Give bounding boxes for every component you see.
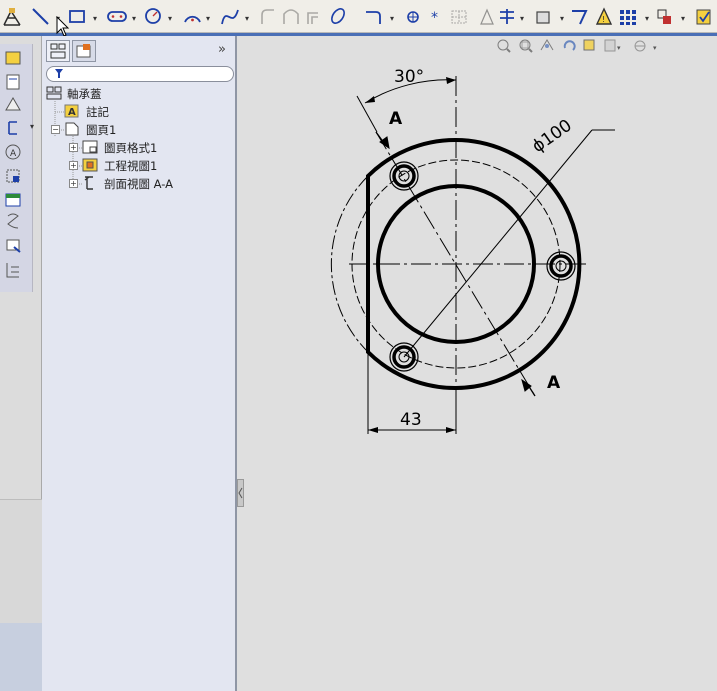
- drawing-document-icon: [46, 86, 62, 100]
- centerpoint-icon[interactable]: *: [431, 10, 438, 26]
- section-arrow-top: [375, 131, 390, 150]
- splitter-arrow-icon: [238, 487, 243, 499]
- tree-item-sheet[interactable]: − 圖頁1: [46, 121, 166, 137]
- grid-icon: [451, 10, 467, 24]
- hatch-icon[interactable]: [6, 169, 20, 183]
- bolt-hole-top: [389, 161, 419, 191]
- circle-dropdown-icon[interactable]: ▾: [168, 14, 172, 23]
- note-icon[interactable]: [5, 51, 21, 65]
- section-view-icon: [84, 176, 93, 190]
- grid-pattern-dropdown-icon[interactable]: ▾: [645, 14, 649, 23]
- chamfer-icon: [283, 9, 299, 24]
- slot-dropdown-icon[interactable]: ▾: [132, 14, 136, 23]
- angle-dimension-text[interactable]: 30°: [394, 67, 424, 87]
- convert-entities-icon[interactable]: [366, 11, 381, 24]
- rectangle-dropdown-icon[interactable]: ▾: [93, 14, 97, 23]
- revision-icon[interactable]: [6, 239, 21, 253]
- check-sketch-icon[interactable]: [696, 9, 711, 25]
- relations-icon[interactable]: !: [595, 7, 613, 25]
- sheet-icon: [65, 122, 79, 136]
- section-label-top[interactable]: A: [389, 109, 402, 129]
- fillet-icon: [261, 9, 274, 24]
- width-arrow-left-icon: [368, 427, 378, 433]
- hole-callout-icon[interactable]: A: [5, 144, 21, 160]
- angle-arrow-right-icon: [446, 77, 456, 84]
- section-arrow-bottom: [521, 378, 536, 397]
- arc-dropdown-icon[interactable]: ▾: [206, 14, 210, 23]
- panel-splitter-handle[interactable]: [237, 479, 244, 507]
- svg-text:A: A: [10, 149, 17, 159]
- tree-item-label: 工程視圖1: [104, 159, 158, 173]
- block-icon[interactable]: [536, 11, 550, 24]
- trim-icon[interactable]: [329, 7, 346, 26]
- command-more-icon[interactable]: ▾: [30, 122, 34, 131]
- mirror-icon: [480, 8, 494, 25]
- arc-icon[interactable]: [184, 15, 201, 23]
- convert-dropdown-icon[interactable]: ▾: [390, 14, 394, 23]
- angle-arrow-left-icon: [365, 96, 375, 103]
- center-mark-icon[interactable]: [7, 213, 19, 229]
- svg-text:A: A: [68, 107, 76, 118]
- drawing-canvas[interactable]: ▾ ▾ 30° ϕ100 43 A A: [237, 36, 717, 691]
- datum-icon[interactable]: [8, 121, 17, 135]
- tree-root-label: 軸承蓋: [67, 87, 102, 101]
- sidebar-bottom-panel: [0, 623, 42, 691]
- pattern-dropdown-icon[interactable]: ▾: [520, 14, 524, 23]
- balloon-icon[interactable]: [6, 74, 20, 90]
- move-entities-icon[interactable]: [572, 10, 588, 25]
- tree-item-drawing-view[interactable]: + 工程視圖1: [64, 157, 224, 173]
- drawing-view-icon: [82, 158, 98, 172]
- circle-icon[interactable]: [145, 8, 161, 24]
- table-icon[interactable]: [5, 193, 21, 207]
- rectangle-icon[interactable]: [69, 10, 85, 23]
- tree-item-label: 剖面視圖 A-A: [104, 177, 174, 191]
- width-dimension-text[interactable]: 43: [400, 410, 422, 430]
- slot-icon[interactable]: [107, 11, 127, 22]
- drawing-view-sketch[interactable]: [237, 36, 717, 691]
- linear-pattern-icon[interactable]: [500, 9, 514, 24]
- line-icon[interactable]: [32, 8, 49, 25]
- sketch-toolbar: ▾ ▾ ▾ ▾ ▾ ▾ * ▾ ▾ ! ▾ ▾: [0, 0, 717, 33]
- section-label-bottom[interactable]: A: [547, 373, 560, 393]
- point-icon[interactable]: [407, 11, 419, 23]
- command-icon-column: A: [0, 44, 33, 292]
- spline-icon[interactable]: [221, 9, 239, 25]
- expand-toggle-icon[interactable]: +: [69, 143, 78, 152]
- tree-item-label: 圖頁1: [86, 123, 117, 137]
- command-sidebar: A ▾: [0, 36, 42, 691]
- sidebar-lower-panel: [0, 499, 42, 624]
- mouse-cursor-icon: [56, 16, 70, 37]
- collapse-toggle-icon[interactable]: −: [51, 125, 60, 134]
- width-arrow-right-icon: [446, 427, 456, 433]
- tree-item-sheet-format[interactable]: + 圖頁格式1: [64, 139, 224, 155]
- bolt-hole-right: [546, 251, 576, 281]
- sheet-format-icon: [82, 140, 98, 154]
- block-insert-icon[interactable]: [6, 263, 19, 278]
- annotation-icon: A: [64, 104, 79, 118]
- tree-item-section-view[interactable]: + 剖面視圖 A-A: [64, 175, 234, 191]
- tree-item-label: 註記: [86, 105, 109, 119]
- sketch-toolbar-icons: ▾ ▾ ▾ ▾ ▾ ▾ * ▾ ▾ ! ▾ ▾: [3, 7, 711, 26]
- smart-dimension-icon[interactable]: [3, 8, 21, 26]
- expand-toggle-icon[interactable]: +: [69, 161, 78, 170]
- surface-finish-icon[interactable]: [5, 97, 21, 111]
- block-dropdown-icon[interactable]: ▾: [560, 14, 564, 23]
- repair-dropdown-icon[interactable]: ▾: [681, 14, 685, 23]
- grid-pattern-icon[interactable]: [620, 10, 636, 25]
- feature-manager-tree: » 軸承蓋 A 註記 − 圖頁1 + 圖頁格式1 + 工程視圖1 + 剖面視圖 …: [42, 36, 237, 691]
- spline-dropdown-icon[interactable]: ▾: [245, 14, 249, 23]
- offset-icon: [307, 12, 318, 24]
- expand-toggle-icon[interactable]: +: [69, 179, 78, 188]
- tree-item-label: 圖頁格式1: [104, 141, 158, 155]
- svg-text:!: !: [602, 15, 605, 24]
- command-icons: A: [5, 51, 21, 278]
- repair-sketch-icon[interactable]: [657, 9, 671, 24]
